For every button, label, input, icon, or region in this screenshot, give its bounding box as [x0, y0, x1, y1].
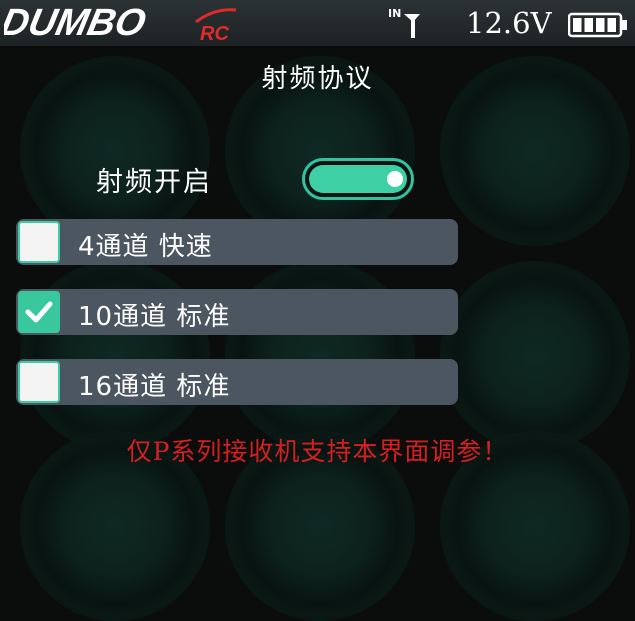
- svg-text:RC: RC: [200, 23, 229, 42]
- checkbox-checked[interactable]: [18, 291, 60, 333]
- checkmark-icon: [25, 301, 53, 323]
- rf-enable-label: 射频开启: [96, 167, 212, 198]
- protocol-option-4ch-fast[interactable]: 4通道 快速: [16, 219, 458, 265]
- battery-bar: [596, 18, 605, 32]
- protocol-option-label: 4通道 快速: [78, 232, 213, 262]
- receiver-support-notice: 仅P系列接收机支持本界面调参！: [126, 437, 509, 466]
- signal-antenna-icon: IN: [388, 7, 420, 38]
- rf-enable-toggle[interactable]: [302, 158, 414, 200]
- battery-bar: [584, 18, 593, 32]
- status-bar: DUMBO RC IN 12.6V: [0, 0, 635, 46]
- protocol-option-label: 16通道 标准: [78, 372, 231, 402]
- dumbo-rc-logo: DUMBO RC: [4, 2, 237, 42]
- battery-icon: [568, 12, 627, 38]
- battery-voltage: 12.6V: [466, 6, 552, 40]
- checkbox[interactable]: [18, 221, 60, 263]
- svg-text:IN: IN: [388, 7, 401, 20]
- checkbox[interactable]: [18, 361, 60, 403]
- battery-bar: [607, 18, 616, 32]
- page-title: 射频协议: [261, 64, 374, 94]
- battery-bar: [573, 18, 582, 32]
- svg-text:DUMBO: DUMBO: [4, 2, 150, 42]
- protocol-option-10ch-standard[interactable]: 10通道 标准: [16, 289, 458, 335]
- toggle-knob: [387, 171, 403, 187]
- protocol-option-label: 10通道 标准: [78, 302, 231, 332]
- protocol-option-16ch-standard[interactable]: 16通道 标准: [16, 359, 458, 405]
